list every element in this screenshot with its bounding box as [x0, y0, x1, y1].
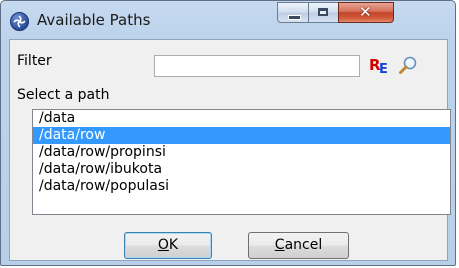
path-list-item-selected[interactable]: /data/row — [33, 127, 450, 144]
available-paths-dialog: Available Paths ✕ Filter R E Select a pa… — [0, 0, 456, 266]
minimize-icon — [288, 15, 301, 20]
cancel-button[interactable]: Cancel — [248, 232, 349, 259]
path-list-item[interactable]: /data/row/ibukota — [33, 161, 450, 178]
close-icon: ✕ — [359, 3, 372, 21]
window-title: Available Paths — [37, 11, 151, 29]
select-path-label: Select a path — [17, 87, 110, 103]
dialog-content: Filter R E Select a path /data /data/row… — [9, 39, 451, 261]
ok-mnemonic: O — [157, 237, 169, 253]
maximize-button[interactable] — [308, 2, 339, 23]
cancel-mnemonic: C — [274, 237, 285, 253]
title-bar[interactable]: Available Paths ✕ — [1, 1, 455, 39]
regex-e-glyph: E — [379, 62, 388, 77]
ok-label-rest: K — [168, 237, 179, 253]
regex-toggle-icon[interactable]: R E — [369, 54, 393, 78]
magnifier-icon[interactable] — [398, 55, 418, 75]
close-button[interactable]: ✕ — [338, 2, 394, 23]
cancel-label-rest: ancel — [284, 237, 323, 253]
path-list[interactable]: /data /data/row /data/row/propinsi /data… — [32, 109, 451, 215]
app-logo-icon — [10, 12, 29, 31]
path-list-item[interactable]: /data/row/populasi — [33, 178, 450, 195]
ok-button[interactable]: OK — [124, 232, 212, 259]
filter-input[interactable] — [154, 55, 360, 77]
maximize-icon — [318, 8, 328, 16]
filter-label: Filter — [17, 53, 52, 69]
minimize-button[interactable] — [277, 2, 309, 23]
path-list-item[interactable]: /data/row/propinsi — [33, 144, 450, 161]
path-list-item[interactable]: /data — [33, 110, 450, 127]
